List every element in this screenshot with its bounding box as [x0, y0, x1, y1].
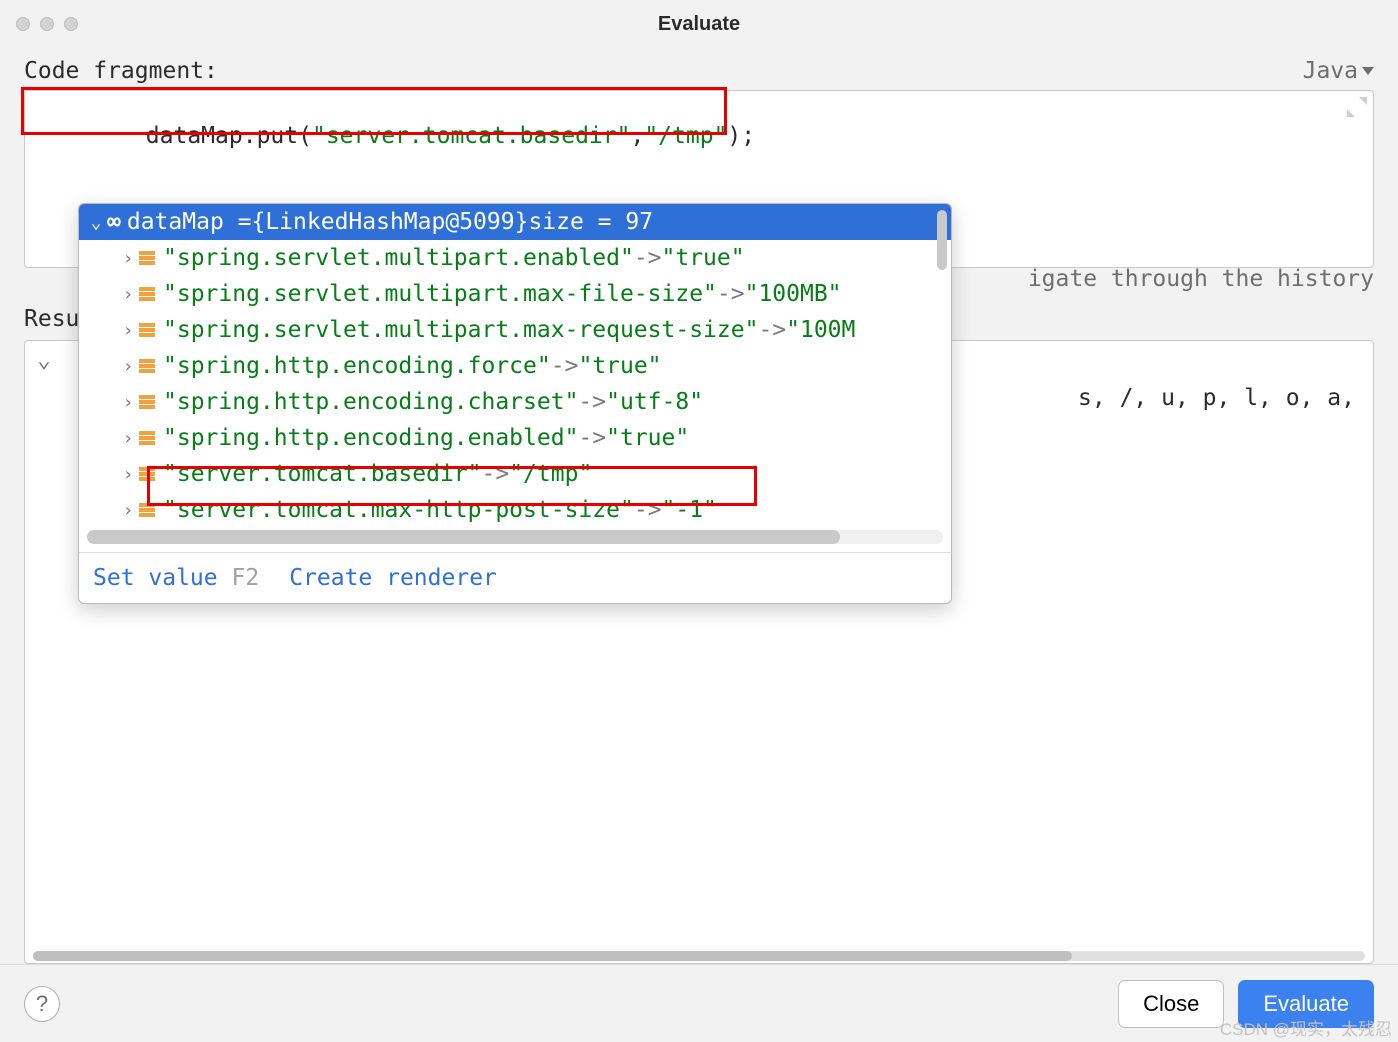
- entry-key: "spring.http.encoding.force": [163, 353, 551, 379]
- arrow-icon: ->: [717, 281, 745, 307]
- shortcut-label: F2: [231, 565, 259, 591]
- chevron-right-icon[interactable]: ›: [119, 284, 137, 305]
- entry-key: "server.tomcat.basedir": [163, 461, 482, 487]
- arrow-icon: ->: [758, 317, 786, 343]
- chevron-down-icon[interactable]: ⌄: [87, 212, 105, 233]
- entry-key: "spring.servlet.multipart.max-file-size": [163, 281, 717, 307]
- window-title: Evaluate: [0, 13, 1398, 36]
- object-icon: ∞: [107, 209, 121, 235]
- arrow-icon: ->: [634, 497, 662, 523]
- help-button[interactable]: ?: [24, 986, 60, 1022]
- map-entry-icon: [139, 394, 155, 410]
- entry-value: "utf-8": [606, 389, 703, 415]
- chevron-right-icon[interactable]: ›: [119, 392, 137, 413]
- entry-value: "true": [578, 353, 661, 379]
- map-entry-icon: [139, 250, 155, 266]
- watermark: CSDN @现实，太残忍: [1220, 1015, 1392, 1040]
- code-fragment-label: Code fragment:: [24, 58, 218, 84]
- chevron-right-icon[interactable]: ›: [119, 464, 137, 485]
- chevron-down-icon[interactable]: ⌄: [37, 347, 51, 373]
- horizontal-scrollbar[interactable]: [87, 530, 943, 544]
- vertical-scrollbar[interactable]: [937, 210, 947, 270]
- entry-value: "/tmp": [509, 461, 592, 487]
- language-label: Java: [1303, 58, 1358, 84]
- chevron-down-icon: [1362, 67, 1374, 75]
- tree-entry-row[interactable]: › "spring.servlet.multipart.max-request-s…: [79, 312, 951, 348]
- tree-entry-row[interactable]: › "spring.http.encoding.enabled" -> "true…: [79, 420, 951, 456]
- collapse-icon[interactable]: [1347, 97, 1367, 117]
- tree-entry-row[interactable]: › "server.tomcat.max-http-post-size" -> "…: [79, 492, 951, 528]
- arrow-icon: ->: [551, 353, 579, 379]
- tree-entry-row[interactable]: › "spring.http.encoding.force" -> "true": [79, 348, 951, 384]
- close-button[interactable]: Close: [1118, 980, 1224, 1028]
- debugger-tree-popup: ⌄ ∞ dataMap = {LinkedHashMap@5099} size …: [78, 203, 952, 604]
- entry-value: "-1": [662, 497, 717, 523]
- arrow-icon: ->: [578, 389, 606, 415]
- entry-value: "100MB": [745, 281, 842, 307]
- arrow-icon: ->: [634, 245, 662, 271]
- map-entry-icon: [139, 322, 155, 338]
- entry-key: "spring.http.encoding.enabled": [163, 425, 578, 451]
- tree-entry-row[interactable]: › "spring.servlet.multipart.max-file-size…: [79, 276, 951, 312]
- tree-root-row[interactable]: ⌄ ∞ dataMap = {LinkedHashMap@5099} size …: [79, 204, 951, 240]
- entry-value: "true": [606, 425, 689, 451]
- tree-entry-row[interactable]: › "spring.http.encoding.charset" -> "utf-…: [79, 384, 951, 420]
- create-renderer-link[interactable]: Create renderer: [289, 565, 497, 591]
- chevron-right-icon[interactable]: ›: [119, 248, 137, 269]
- result-text-overflow: s, /, u, p, l, o, a,: [1078, 385, 1355, 411]
- tree-entry-row[interactable]: › "server.tomcat.basedir" -> "/tmp": [79, 456, 951, 492]
- tree-entry-row[interactable]: › "spring.servlet.multipart.enabled" -> "…: [79, 240, 951, 276]
- map-entry-icon: [139, 286, 155, 302]
- horizontal-scrollbar[interactable]: [33, 951, 1365, 961]
- map-entry-icon: [139, 502, 155, 518]
- arrow-icon: ->: [482, 461, 510, 487]
- entry-value: "100M: [786, 317, 855, 343]
- chevron-right-icon[interactable]: ›: [119, 356, 137, 377]
- entry-value: "true": [662, 245, 745, 271]
- set-value-link[interactable]: Set value: [93, 565, 218, 591]
- entry-key: "spring.servlet.multipart.max-request-si…: [163, 317, 758, 343]
- entry-key: "spring.servlet.multipart.enabled": [163, 245, 634, 271]
- chevron-right-icon[interactable]: ›: [119, 428, 137, 449]
- map-entry-icon: [139, 466, 155, 482]
- entry-key: "server.tomcat.max-http-post-size": [163, 497, 634, 523]
- map-entry-icon: [139, 430, 155, 446]
- chevron-right-icon[interactable]: ›: [119, 500, 137, 521]
- arrow-icon: ->: [578, 425, 606, 451]
- entry-key: "spring.http.encoding.charset": [163, 389, 578, 415]
- language-dropdown[interactable]: Java: [1303, 58, 1374, 84]
- chevron-right-icon[interactable]: ›: [119, 320, 137, 341]
- map-entry-icon: [139, 358, 155, 374]
